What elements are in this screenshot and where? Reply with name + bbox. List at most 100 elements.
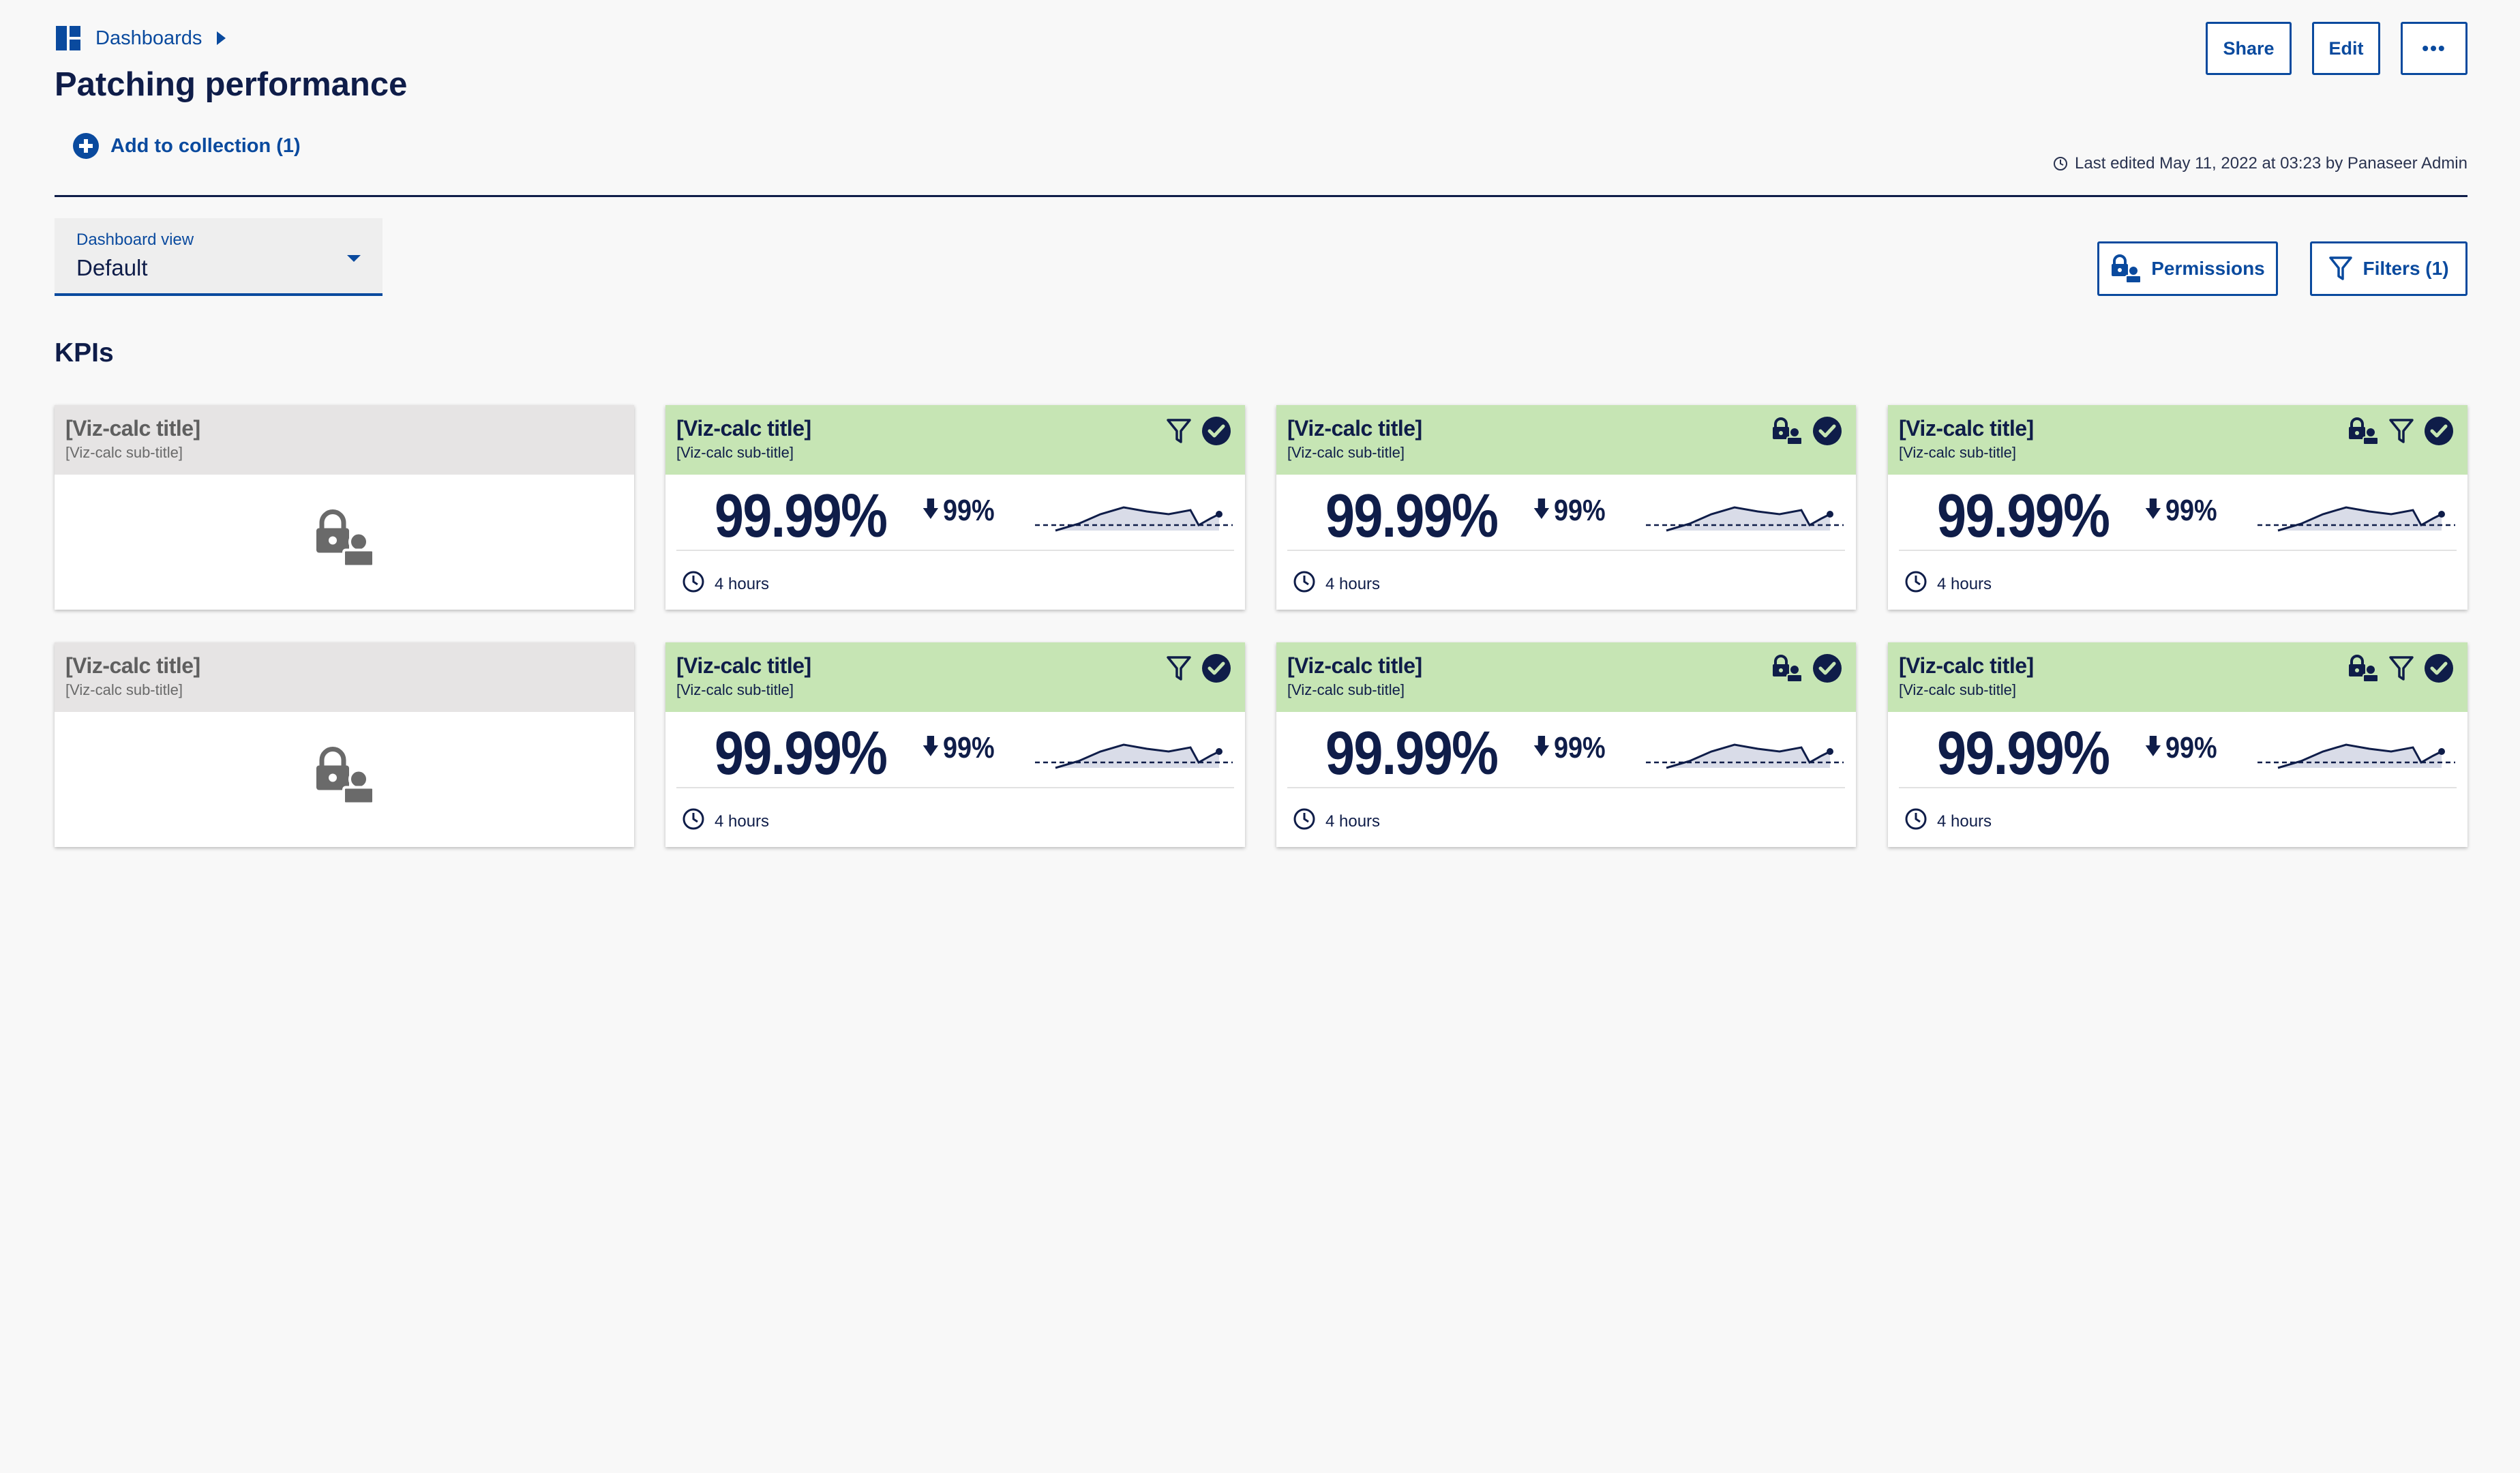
card-time: 4 hours [682, 807, 769, 835]
breadcrumb-dashboards-link[interactable]: Dashboards [95, 27, 202, 50]
kpi-card[interactable]: [Viz-calc title] [Viz-calc sub-title] 99… [665, 405, 1245, 610]
last-edited: Last edited May 11, 2022 at 03:23 by Pan… [2053, 154, 2468, 173]
card-body [55, 475, 634, 610]
card-body: 99.99% 99% 4 hours [1888, 475, 2468, 610]
permissions-label: Permissions [2151, 258, 2265, 279]
kpi-delta: 99% [2144, 494, 2217, 528]
card-time: 4 hours [1293, 807, 1380, 835]
card-title: [Viz-calc title] [65, 653, 200, 678]
lock-user-icon [1771, 655, 1803, 685]
card-body: 99.99% 99% 4 hours [1276, 475, 1856, 610]
clock-icon [2054, 157, 2068, 170]
card-header: [Viz-calc title] [Viz-calc sub-title] [665, 405, 1245, 475]
more-options-button[interactable]: ••• [2401, 22, 2468, 75]
card-body [55, 712, 634, 847]
card-divider [676, 550, 1234, 551]
card-time: 4 hours [1293, 570, 1380, 598]
time-label: 4 hours [1325, 812, 1381, 831]
sparkline-chart [1646, 728, 1844, 786]
card-subtitle: [Viz-calc sub-title] [676, 681, 794, 698]
kpi-card[interactable]: [Viz-calc title] [Viz-calc sub-title] 99… [1276, 405, 1856, 610]
kpi-delta: 99% [2144, 731, 2217, 765]
sparkline-chart [2258, 491, 2455, 549]
card-status-icons [2348, 416, 2454, 449]
kpi-delta: 99% [1533, 494, 1606, 528]
lock-user-icon [1771, 417, 1803, 448]
arrow-down-icon [922, 731, 940, 765]
kpi-card[interactable]: [Viz-calc title] [Viz-calc sub-title] 99… [1888, 405, 2468, 610]
kpi-value: 99.99% [1325, 482, 1499, 550]
filters-button[interactable]: Filters (1) [2310, 241, 2468, 296]
filter-icon[interactable] [1166, 417, 1192, 448]
card-body: 99.99% 99% 4 hours [665, 712, 1245, 847]
add-to-collection-label: Add to collection (1) [110, 134, 301, 157]
page-title: Patching performance [55, 66, 408, 103]
header-divider [55, 195, 2468, 197]
time-label: 4 hours [1937, 812, 1992, 831]
kpi-delta: 99% [1533, 731, 1606, 765]
kpi-delta-value: 99% [2165, 731, 2217, 764]
permissions-button[interactable]: Permissions [2097, 241, 2278, 296]
card-header: [Viz-calc title] [Viz-calc sub-title] [1276, 405, 1856, 475]
card-subtitle: [Viz-calc sub-title] [65, 681, 183, 698]
chevron-down-icon [347, 255, 361, 262]
card-divider [676, 787, 1234, 788]
filter-icon[interactable] [2388, 655, 2414, 685]
arrow-down-icon [2144, 731, 2162, 765]
dashboard-view-select[interactable]: Dashboard view Default [55, 218, 382, 296]
arrow-down-icon [1533, 494, 1550, 528]
card-title: [Viz-calc title] [1287, 653, 1422, 678]
kpis-section-title: KPIs [55, 338, 114, 368]
caret-right-icon [217, 31, 226, 45]
card-subtitle: [Viz-calc sub-title] [676, 444, 794, 461]
card-status-icons [2348, 653, 2454, 687]
card-title: [Viz-calc title] [676, 653, 811, 678]
clock-icon [682, 807, 705, 835]
card-subtitle: [Viz-calc sub-title] [1287, 681, 1405, 698]
kpi-value: 99.99% [1325, 719, 1499, 788]
card-body: 99.99% 99% 4 hours [1888, 712, 2468, 847]
card-time: 4 hours [1904, 807, 1992, 835]
arrow-down-icon [922, 494, 940, 528]
card-header: [Viz-calc title] [Viz-calc sub-title] [1276, 642, 1856, 712]
card-divider [1899, 787, 2457, 788]
kpi-value: 99.99% [1937, 482, 2110, 550]
time-label: 4 hours [715, 574, 770, 593]
lock-user-icon [2348, 655, 2379, 685]
add-to-collection-button[interactable]: Add to collection (1) [72, 132, 301, 160]
filter-icon [2329, 256, 2353, 280]
card-body: 99.99% 99% 4 hours [665, 475, 1245, 610]
check-circle-icon [1812, 416, 1842, 449]
card-divider [1899, 550, 2457, 551]
card-subtitle: [Viz-calc sub-title] [1287, 444, 1405, 461]
card-header: [Viz-calc title] [Viz-calc sub-title] [55, 642, 634, 712]
arrow-down-icon [2144, 494, 2162, 528]
breadcrumb: Dashboards [55, 23, 226, 53]
check-circle-icon [2424, 653, 2454, 687]
kpi-value: 99.99% [1937, 719, 2110, 788]
card-title: [Viz-calc title] [65, 416, 200, 441]
card-time: 4 hours [1904, 570, 1992, 598]
kpi-card-locked[interactable]: [Viz-calc title] [Viz-calc sub-title] [55, 405, 634, 610]
edit-button[interactable]: Edit [2312, 22, 2380, 75]
check-circle-icon [2424, 416, 2454, 449]
kpi-card[interactable]: [Viz-calc title] [Viz-calc sub-title] 99… [1276, 642, 1856, 847]
filter-icon[interactable] [2388, 417, 2414, 448]
sparkline-chart [1035, 728, 1233, 786]
kpi-delta-value: 99% [1553, 731, 1606, 764]
card-divider [1287, 787, 1845, 788]
kpi-card[interactable]: [Viz-calc title] [Viz-calc sub-title] 99… [1888, 642, 2468, 847]
kpi-card-locked[interactable]: [Viz-calc title] [Viz-calc sub-title] [55, 642, 634, 847]
card-header: [Viz-calc title] [Viz-calc sub-title] [55, 405, 634, 475]
lock-user-icon [314, 509, 375, 570]
filter-icon[interactable] [1166, 655, 1192, 685]
kpi-delta: 99% [922, 731, 995, 765]
card-header: [Viz-calc title] [Viz-calc sub-title] [1888, 405, 2468, 475]
share-button[interactable]: Share [2206, 22, 2292, 75]
clock-icon [1293, 570, 1316, 598]
kpi-delta: 99% [922, 494, 995, 528]
kpi-card[interactable]: [Viz-calc title] [Viz-calc sub-title] 99… [665, 642, 1245, 847]
clock-icon [682, 570, 705, 598]
card-header: [Viz-calc title] [Viz-calc sub-title] [665, 642, 1245, 712]
time-label: 4 hours [1937, 574, 1992, 593]
